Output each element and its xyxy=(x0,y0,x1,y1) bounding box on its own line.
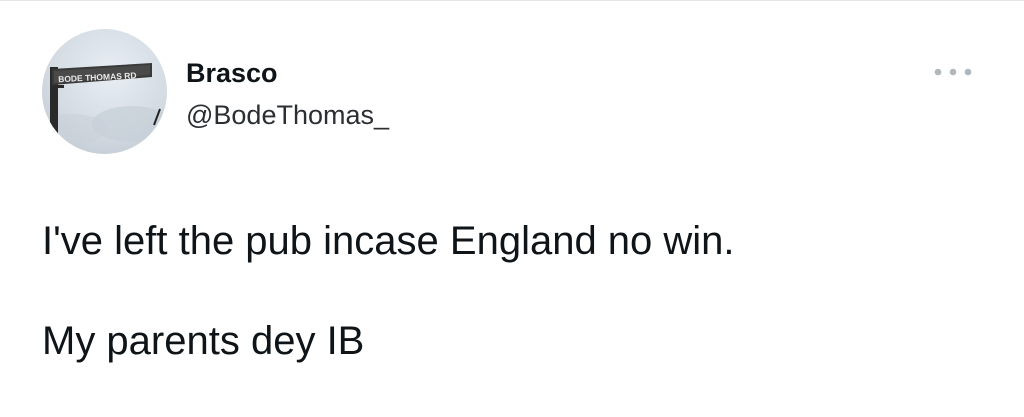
tweet-text-line-1: I've left the pub incase England no win. xyxy=(42,219,735,263)
more-options-icon[interactable] xyxy=(930,63,976,81)
author-handle[interactable]: @BodeThomas_ xyxy=(186,99,389,131)
tweet-card: BODE THOMAS RD Brasco @BodeThomas_ I've … xyxy=(0,0,1024,417)
tweet-text-line-2: My parents dey IB xyxy=(42,319,365,363)
avatar[interactable]: BODE THOMAS RD xyxy=(42,29,167,154)
author-display-name[interactable]: Brasco xyxy=(186,57,278,89)
avatar-street-sign-image: BODE THOMAS RD xyxy=(42,63,167,154)
